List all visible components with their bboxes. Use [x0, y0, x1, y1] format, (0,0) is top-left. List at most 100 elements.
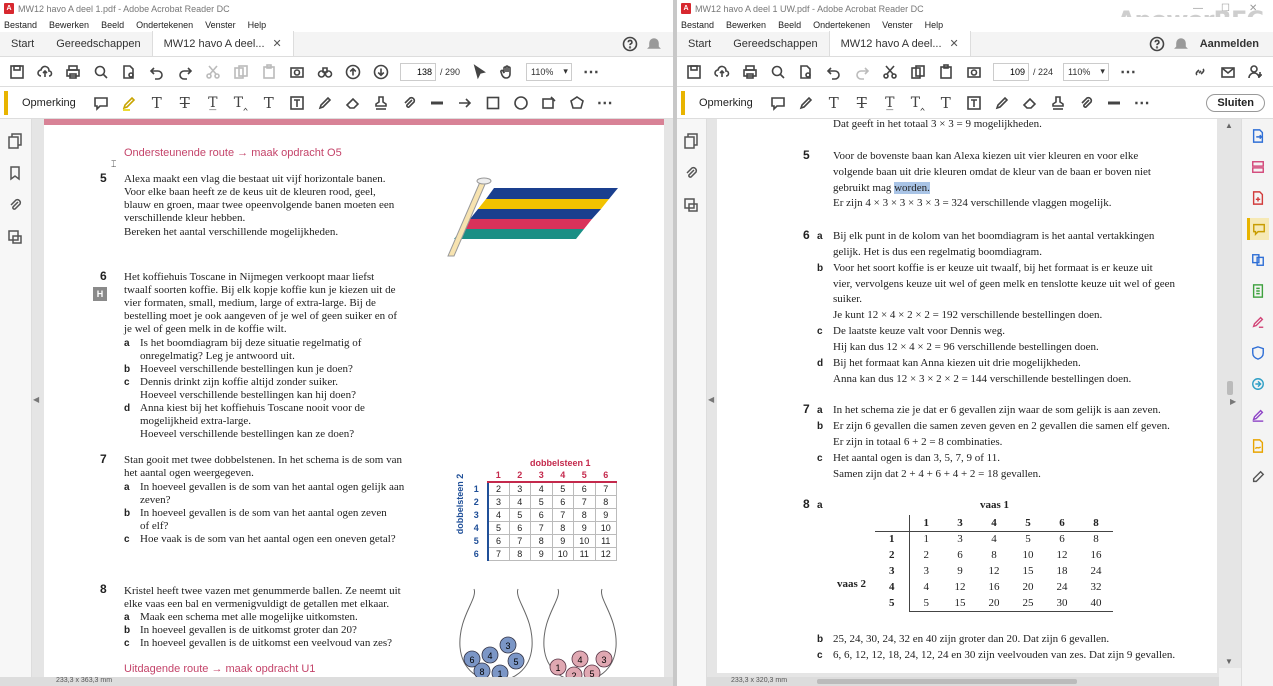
text-box-icon[interactable] — [965, 94, 983, 112]
collapse-pane-arrow[interactable]: ◀ — [708, 395, 714, 404]
page-search-icon[interactable] — [120, 63, 138, 81]
collapse-pane-arrow[interactable]: ◀ — [33, 395, 39, 404]
text-underline-icon[interactable]: T — [825, 94, 843, 112]
tab-tools[interactable]: Gereedschappen — [45, 31, 151, 56]
menu-help[interactable]: Help — [925, 20, 944, 30]
line-icon[interactable] — [1105, 94, 1123, 112]
page-down-icon[interactable] — [372, 63, 390, 81]
highlighter-icon[interactable] — [797, 94, 815, 112]
tab-document[interactable]: MW12 havo A deel... ✕ — [151, 31, 294, 56]
bell-icon[interactable] — [1172, 35, 1190, 53]
add-text-icon[interactable]: T — [937, 94, 955, 112]
text-strikethrough-icon[interactable]: T — [853, 94, 871, 112]
share-user-icon[interactable] — [1247, 63, 1265, 81]
print-icon[interactable] — [64, 63, 82, 81]
rectangle-icon[interactable] — [484, 94, 502, 112]
close-comment-button[interactable]: Sluiten — [1206, 93, 1265, 112]
menu-bewerken[interactable]: Bewerken — [726, 20, 766, 30]
bookmark-icon[interactable] — [7, 165, 25, 183]
stamp-icon[interactable] — [1049, 94, 1067, 112]
horizontal-scrollbar[interactable]: 233,3 x 320,3 mm — [707, 677, 1219, 686]
highlighter-icon[interactable] — [120, 94, 138, 112]
more-comment-tools-icon[interactable]: ⋯ — [596, 94, 614, 112]
redo-icon[interactable] — [853, 63, 871, 81]
text-insert-icon[interactable]: T‸ — [232, 94, 250, 112]
scroll-up-arrow[interactable]: ▲ — [1225, 121, 1233, 130]
more-tools-icon[interactable] — [1247, 466, 1269, 488]
text-replace-icon[interactable]: T̲ — [881, 94, 899, 112]
hand-tool-icon[interactable] — [498, 63, 516, 81]
zoom-select[interactable]: 110% ▾ — [1063, 62, 1110, 81]
eraser-icon[interactable] — [1021, 94, 1039, 112]
tab-start[interactable]: Start — [0, 31, 45, 56]
add-text-icon[interactable]: T — [260, 94, 278, 112]
link-icon[interactable] — [1191, 63, 1209, 81]
copy-icon[interactable] — [232, 63, 250, 81]
snapshot-icon[interactable] — [288, 63, 306, 81]
zoom-select[interactable]: 110% ▾ — [526, 62, 573, 81]
help-icon[interactable] — [621, 35, 639, 53]
pages-icon[interactable] — [7, 133, 25, 151]
more-icon[interactable]: ⋯ — [1119, 63, 1137, 81]
compress-pdf-icon[interactable] — [1247, 280, 1269, 302]
page-search-icon[interactable] — [797, 63, 815, 81]
tab-start[interactable]: Start — [677, 31, 722, 56]
pencil-icon[interactable] — [993, 94, 1011, 112]
comment-tool-icon[interactable] — [1246, 218, 1269, 240]
selected-text-highlight[interactable]: worden. — [894, 182, 930, 194]
cloud-shape-icon[interactable] — [540, 94, 558, 112]
document-viewer[interactable]: ◀ Ondersteunende route → maak opdracht O… — [32, 119, 673, 678]
horizontal-scroll-thumb[interactable] — [817, 679, 1077, 684]
paste-icon[interactable] — [937, 63, 955, 81]
vertical-scroll-thumb[interactable] — [1227, 381, 1233, 395]
paste-icon[interactable] — [260, 63, 278, 81]
menu-bestand[interactable]: Bestand — [4, 20, 37, 30]
scissors-icon[interactable] — [204, 63, 222, 81]
oval-icon[interactable] — [512, 94, 530, 112]
text-underline-icon[interactable]: T — [148, 94, 166, 112]
scissors-icon[interactable] — [881, 63, 899, 81]
edit-pdf-icon[interactable] — [1247, 404, 1269, 426]
attach-icon[interactable] — [1077, 94, 1095, 112]
print-icon[interactable] — [741, 63, 759, 81]
save-icon[interactable] — [685, 63, 703, 81]
save-icon[interactable] — [8, 63, 26, 81]
close-icon[interactable]: ✕ — [950, 37, 959, 50]
email-icon[interactable] — [1219, 63, 1237, 81]
request-signature-icon[interactable] — [1247, 435, 1269, 457]
protect-icon[interactable] — [1247, 342, 1269, 364]
attachments-icon[interactable] — [683, 165, 701, 183]
document-viewer[interactable]: ◀ + Dat geeft in het totaal 3 × 3 = 9 mo… — [707, 119, 1219, 678]
menu-beeld[interactable]: Beeld — [101, 20, 124, 30]
menu-venster[interactable]: Venster — [882, 20, 913, 30]
stamp-icon[interactable] — [372, 94, 390, 112]
line-icon[interactable] — [428, 94, 446, 112]
attachments-icon[interactable] — [7, 197, 25, 215]
sticky-note-icon[interactable] — [769, 94, 787, 112]
more-comment-tools-icon[interactable]: ⋯ — [1133, 94, 1151, 112]
select-cursor-icon[interactable] — [470, 63, 488, 81]
menu-ondertekenen[interactable]: Ondertekenen — [813, 20, 870, 30]
sign-in-link[interactable]: Aanmelden — [1200, 38, 1259, 50]
tab-document[interactable]: MW12 havo A deel... ✕ — [828, 31, 971, 56]
text-strikethrough-icon[interactable]: T — [176, 94, 194, 112]
combine-files-icon[interactable] — [1247, 249, 1269, 271]
menu-bewerken[interactable]: Bewerken — [49, 20, 89, 30]
upload-cloud-icon[interactable] — [713, 63, 731, 81]
text-insert-icon[interactable]: T‸ — [909, 94, 927, 112]
close-icon[interactable]: ✕ — [273, 37, 282, 50]
tab-tools[interactable]: Gereedschappen — [722, 31, 828, 56]
collapse-right-pane-arrow[interactable]: ▶ — [1230, 397, 1236, 406]
help-icon[interactable] — [1148, 35, 1166, 53]
export-pdf-icon[interactable] — [1247, 125, 1269, 147]
sticky-note-icon[interactable] — [92, 94, 110, 112]
binoculars-icon[interactable] — [316, 63, 334, 81]
redo-icon[interactable] — [176, 63, 194, 81]
layers-icon[interactable] — [683, 197, 701, 215]
pages-icon[interactable] — [683, 133, 701, 151]
undo-icon[interactable] — [148, 63, 166, 81]
page-number-input[interactable] — [993, 62, 1029, 81]
scroll-down-arrow[interactable]: ▼ — [1225, 657, 1233, 666]
search-icon[interactable] — [92, 63, 110, 81]
upload-cloud-icon[interactable] — [36, 63, 54, 81]
